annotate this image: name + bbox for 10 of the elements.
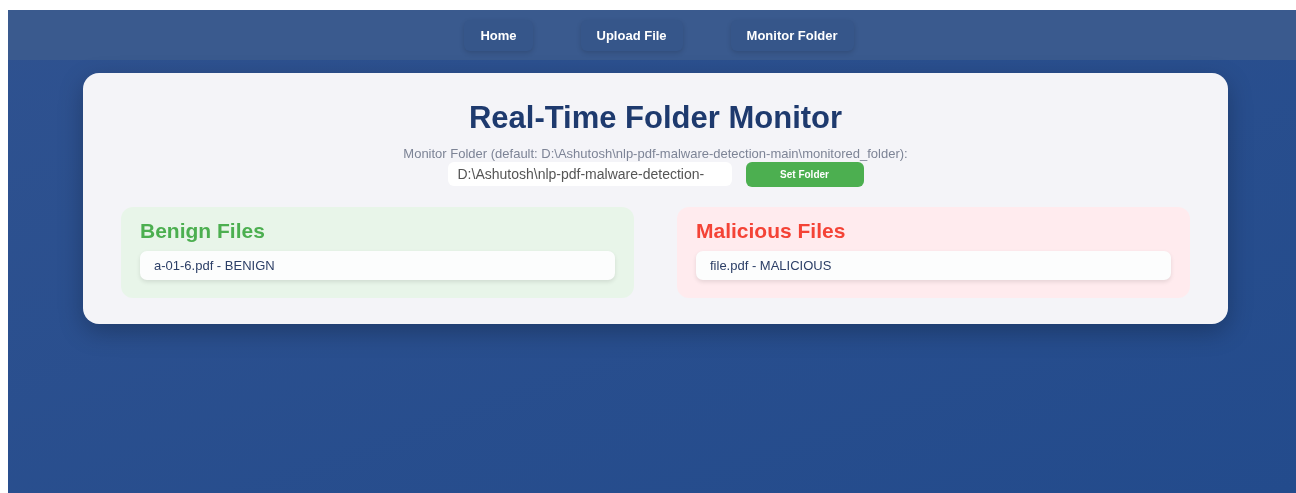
folder-input[interactable]: D:\Ashutosh\nlp-pdf-malware-detection- [447,162,732,186]
nav-link[interactable]: Upload File [580,19,683,51]
file-item: file.pdf - MALICIOUS [696,251,1171,280]
panel-title: Malicious Files [696,218,847,243]
page-title: Real-Time Folder Monitor [467,99,844,137]
folder-label: Monitor Folder (default: D:\Ashutosh\nlp-pdf-malware-detection-main\monitored_folder): [402,146,909,162]
nav-link[interactable]: Home [464,19,533,51]
panel-title: Benign Files [140,218,266,243]
file-item: a-01-6.pdf - BENIGN [140,251,615,280]
nav-link[interactable]: Monitor Folder [730,19,854,51]
